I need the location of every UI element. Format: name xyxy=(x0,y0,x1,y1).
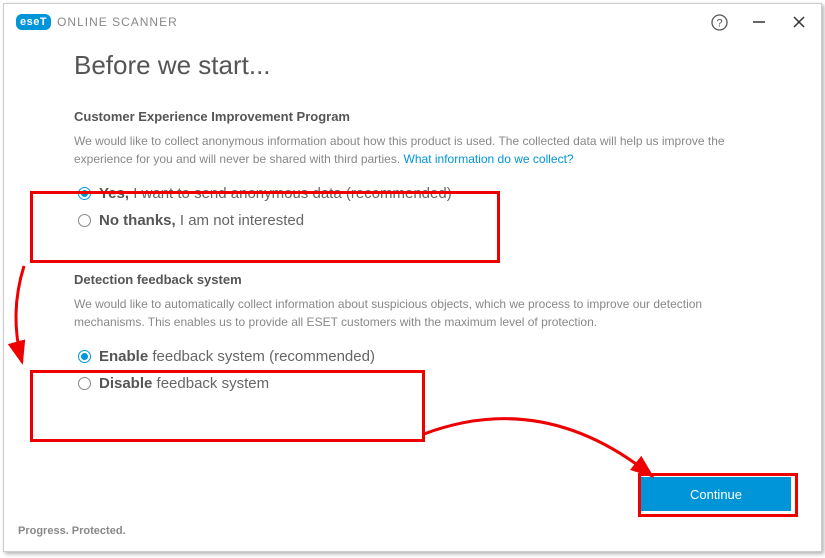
radio-icon xyxy=(78,377,91,390)
tagline: Progress. Protected. xyxy=(18,525,126,537)
radio-icon xyxy=(78,350,91,363)
radio-icon xyxy=(78,214,91,227)
logo-badge: eseT xyxy=(16,14,51,30)
page-title: Before we start... xyxy=(74,50,751,81)
radio-label: Enable feedback system (recommended) xyxy=(99,348,375,365)
ceip-radios: Yes, I want to send anonymous data (reco… xyxy=(74,172,751,246)
content: Before we start... Customer Experience I… xyxy=(4,40,821,409)
section-ceip: Customer Experience Improvement Program … xyxy=(74,109,751,246)
radio-label: No thanks, I am not interested xyxy=(99,212,304,229)
feedback-title: Detection feedback system xyxy=(74,272,751,287)
minimize-icon[interactable] xyxy=(749,12,769,32)
radio-enable[interactable]: Enable feedback system (recommended) xyxy=(78,343,747,370)
close-icon[interactable] xyxy=(789,12,809,32)
window-controls: ? xyxy=(709,12,809,32)
svg-text:?: ? xyxy=(716,17,722,29)
ceip-desc: We would like to collect anonymous infor… xyxy=(74,132,751,168)
logo: eseT ONLINE SCANNER xyxy=(16,14,178,30)
radio-no[interactable]: No thanks, I am not interested xyxy=(78,207,747,234)
ceip-title: Customer Experience Improvement Program xyxy=(74,109,751,124)
help-icon[interactable]: ? xyxy=(709,12,729,32)
continue-button[interactable]: Continue xyxy=(641,477,791,511)
ceip-info-link[interactable]: What information do we collect? xyxy=(404,152,574,166)
ceip-desc-text: We would like to collect anonymous infor… xyxy=(74,134,725,166)
feedback-desc: We would like to automatically collect i… xyxy=(74,295,751,331)
radio-icon xyxy=(78,187,91,200)
radio-label: Disable feedback system xyxy=(99,375,269,392)
titlebar: eseT ONLINE SCANNER ? xyxy=(4,4,821,40)
radio-label: Yes, I want to send anonymous data (reco… xyxy=(99,185,452,202)
radio-yes[interactable]: Yes, I want to send anonymous data (reco… xyxy=(78,180,747,207)
window: eseT ONLINE SCANNER ? Before we start...… xyxy=(3,3,822,552)
radio-disable[interactable]: Disable feedback system xyxy=(78,370,747,397)
section-feedback: Detection feedback system We would like … xyxy=(74,272,751,409)
logo-text: ONLINE SCANNER xyxy=(57,15,178,29)
feedback-radios: Enable feedback system (recommended) Dis… xyxy=(74,335,751,409)
